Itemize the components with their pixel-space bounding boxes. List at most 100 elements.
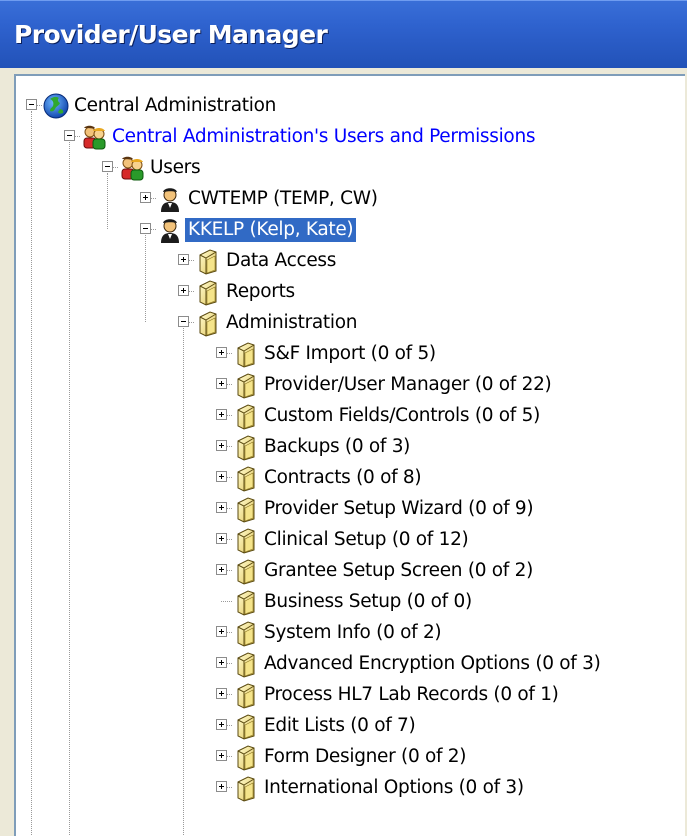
tree-node-label[interactable]: CWTEMP (TEMP, CW) bbox=[185, 187, 381, 211]
expand-toggle-icon[interactable] bbox=[216, 688, 227, 699]
tree-node-user[interactable]: KKELP (Kelp, Kate) bbox=[16, 214, 676, 245]
collapse-toggle-icon[interactable] bbox=[102, 161, 113, 172]
tree-node-permission-group[interactable]: Grantee Setup Screen (0 of 2) bbox=[16, 555, 676, 586]
tree-node-label[interactable]: Edit Lists (0 of 7) bbox=[261, 714, 418, 738]
tree-connector-line bbox=[69, 142, 70, 836]
expand-toggle-icon[interactable] bbox=[216, 502, 227, 513]
expand-toggle-icon[interactable] bbox=[216, 533, 227, 544]
users-group-icon bbox=[80, 123, 108, 151]
tree-node-permission-group[interactable]: Process HL7 Lab Records (0 of 1) bbox=[16, 679, 676, 710]
tree-node-permission-group[interactable]: Backups (0 of 3) bbox=[16, 431, 676, 462]
tree-node-label[interactable]: Users bbox=[147, 156, 203, 180]
expand-toggle-icon[interactable] bbox=[178, 285, 189, 296]
folder-icon bbox=[232, 371, 260, 399]
tree-node-label[interactable]: KKELP (Kelp, Kate) bbox=[185, 218, 357, 242]
folder-icon bbox=[232, 681, 260, 709]
expand-toggle-icon[interactable] bbox=[216, 378, 227, 389]
tree-node-label[interactable]: Custom Fields/Controls (0 of 5) bbox=[261, 404, 543, 428]
title-bar[interactable]: Provider/User Manager bbox=[0, 0, 687, 68]
tree-node-label[interactable]: Provider/User Manager (0 of 22) bbox=[261, 373, 554, 397]
tree-connector-line bbox=[145, 235, 146, 322]
folder-icon bbox=[232, 588, 260, 616]
user-icon bbox=[156, 216, 184, 244]
tree-node-label[interactable]: Clinical Setup (0 of 12) bbox=[261, 528, 471, 552]
expand-toggle-icon[interactable] bbox=[216, 719, 227, 730]
users-group-icon bbox=[118, 154, 146, 182]
tree-node-label[interactable]: Provider Setup Wizard (0 of 9) bbox=[261, 497, 536, 521]
folder-icon bbox=[194, 309, 222, 337]
tree-node-permission-group[interactable]: Custom Fields/Controls (0 of 5) bbox=[16, 400, 676, 431]
expand-toggle-icon[interactable] bbox=[140, 192, 151, 203]
collapse-toggle-icon[interactable] bbox=[26, 99, 37, 110]
permissions-tree[interactable]: Central Administration Central Administra… bbox=[14, 74, 685, 836]
tree-node-users[interactable]: Users bbox=[16, 152, 676, 183]
collapse-toggle-icon[interactable] bbox=[140, 223, 151, 234]
user-icon bbox=[156, 185, 184, 213]
folder-icon bbox=[232, 464, 260, 492]
tree-node-label[interactable]: Contracts (0 of 8) bbox=[261, 466, 424, 490]
tree-node-label[interactable]: Administration bbox=[223, 311, 360, 335]
expand-toggle-icon[interactable] bbox=[216, 440, 227, 451]
folder-icon bbox=[232, 526, 260, 554]
tree-node-label[interactable]: Grantee Setup Screen (0 of 2) bbox=[261, 559, 536, 583]
folder-icon bbox=[232, 774, 260, 802]
tree-node-label[interactable]: S&F Import (0 of 5) bbox=[261, 342, 439, 366]
tree-node-label[interactable]: Form Designer (0 of 2) bbox=[261, 745, 469, 769]
collapse-toggle-icon[interactable] bbox=[64, 130, 75, 141]
folder-icon bbox=[232, 650, 260, 678]
tree-node-central-administration[interactable]: Central Administration bbox=[16, 90, 676, 121]
tree-node-label[interactable]: Business Setup (0 of 0) bbox=[261, 590, 475, 614]
folder-icon bbox=[194, 247, 222, 275]
tree-node-permission-group[interactable]: Provider/User Manager (0 of 22) bbox=[16, 369, 676, 400]
tree-node-users-and-permissions[interactable]: Central Administration's Users and Permi… bbox=[16, 121, 676, 152]
provider-user-manager-window: Provider/User Manager Central Administra… bbox=[0, 0, 687, 836]
tree-node-user[interactable]: CWTEMP (TEMP, CW) bbox=[16, 183, 676, 214]
tree-node-category[interactable]: Reports bbox=[16, 276, 676, 307]
folder-icon bbox=[232, 712, 260, 740]
folder-icon bbox=[232, 433, 260, 461]
tree-node-label[interactable]: System Info (0 of 2) bbox=[261, 621, 444, 645]
tree-node-permission-group[interactable]: Contracts (0 of 8) bbox=[16, 462, 676, 493]
tree-node-category[interactable]: Administration bbox=[16, 307, 676, 338]
expand-toggle-icon[interactable] bbox=[216, 564, 227, 575]
expand-toggle-icon[interactable] bbox=[216, 626, 227, 637]
tree-node-label[interactable]: Central Administration bbox=[71, 94, 279, 118]
tree-node-permission-group[interactable]: Provider Setup Wizard (0 of 9) bbox=[16, 493, 676, 524]
tree-node-label[interactable]: Reports bbox=[223, 280, 298, 304]
tree-connector-line bbox=[183, 328, 184, 836]
folder-icon bbox=[232, 557, 260, 585]
window-title: Provider/User Manager bbox=[14, 20, 328, 49]
tree-node-label[interactable]: Data Access bbox=[223, 249, 339, 273]
globe-icon bbox=[42, 92, 70, 120]
tree-node-label[interactable]: Central Administration's Users and Permi… bbox=[109, 125, 538, 149]
folder-icon bbox=[232, 619, 260, 647]
tree-node-label[interactable]: Backups (0 of 3) bbox=[261, 435, 413, 459]
tree-node-permission-group[interactable]: Form Designer (0 of 2) bbox=[16, 741, 676, 772]
tree-node-permission-group[interactable]: Clinical Setup (0 of 12) bbox=[16, 524, 676, 555]
tree-node-permission-group[interactable]: Edit Lists (0 of 7) bbox=[16, 710, 676, 741]
expand-toggle-icon[interactable] bbox=[216, 409, 227, 420]
tree-connector-line bbox=[107, 173, 108, 229]
expand-toggle-icon[interactable] bbox=[216, 781, 227, 792]
tree-node-category[interactable]: Data Access bbox=[16, 245, 676, 276]
expand-toggle-icon[interactable] bbox=[216, 657, 227, 668]
tree-node-permission-group[interactable]: International Options (0 of 3) bbox=[16, 772, 676, 803]
collapse-toggle-icon[interactable] bbox=[178, 316, 189, 327]
tree-connector-line bbox=[31, 111, 32, 836]
tree-node-permission-group[interactable]: S&F Import (0 of 5) bbox=[16, 338, 676, 369]
tree-node-label[interactable]: International Options (0 of 3) bbox=[261, 776, 527, 800]
tree-node-permission-group[interactable]: Business Setup (0 of 0) bbox=[16, 586, 676, 617]
folder-icon bbox=[232, 495, 260, 523]
expand-toggle-icon[interactable] bbox=[216, 347, 227, 358]
folder-icon bbox=[232, 402, 260, 430]
folder-icon bbox=[232, 340, 260, 368]
expand-toggle-icon[interactable] bbox=[216, 750, 227, 761]
tree-node-permission-group[interactable]: System Info (0 of 2) bbox=[16, 617, 676, 648]
expand-toggle-icon[interactable] bbox=[216, 471, 227, 482]
expand-toggle-icon[interactable] bbox=[178, 254, 189, 265]
tree-node-label[interactable]: Process HL7 Lab Records (0 of 1) bbox=[261, 683, 562, 707]
tree-node-permission-group[interactable]: Advanced Encryption Options (0 of 3) bbox=[16, 648, 676, 679]
tree-node-label[interactable]: Advanced Encryption Options (0 of 3) bbox=[261, 652, 604, 676]
folder-icon bbox=[232, 743, 260, 771]
folder-icon bbox=[194, 278, 222, 306]
